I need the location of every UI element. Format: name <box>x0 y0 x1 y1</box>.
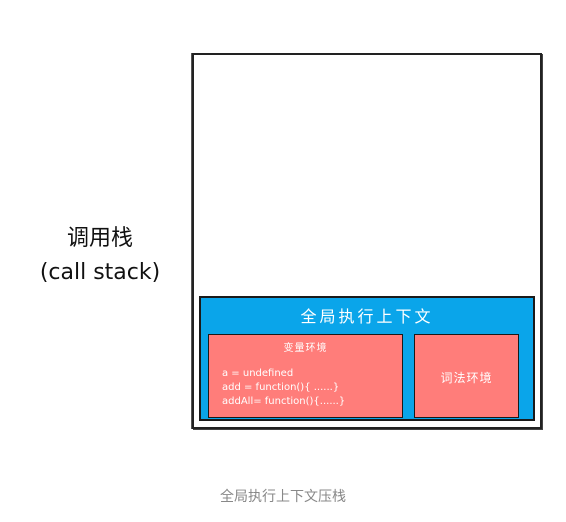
global-execution-context-frame: 全局执行上下文 变量环境 a = undefined add = functio… <box>199 296 535 421</box>
frame-title: 全局执行上下文 <box>300 307 434 326</box>
call-stack-label: 调用栈 (call stack) <box>20 222 180 290</box>
variable-environment-entries: a = undefined add = function(){ ......} … <box>222 367 345 409</box>
variable-environment-title: 变量环境 <box>283 343 328 354</box>
call-stack-box: 全局执行上下文 变量环境 a = undefined add = functio… <box>192 53 542 429</box>
lexical-environment-title: 词法环境 <box>440 371 493 385</box>
variable-entry: a = undefined <box>222 368 294 379</box>
call-stack-label-zh: 调用栈 <box>66 226 133 251</box>
figure-caption: 全局执行上下文压栈 <box>220 489 346 505</box>
variable-environment-box: 变量环境 a = undefined add = function(){ ...… <box>208 334 403 418</box>
call-stack-label-en: (call stack) <box>39 260 161 285</box>
variable-entry: addAll= function(){......} <box>222 396 346 407</box>
lexical-environment-box: 词法环境 <box>414 334 519 418</box>
variable-entry: add = function(){ ......} <box>222 382 340 393</box>
